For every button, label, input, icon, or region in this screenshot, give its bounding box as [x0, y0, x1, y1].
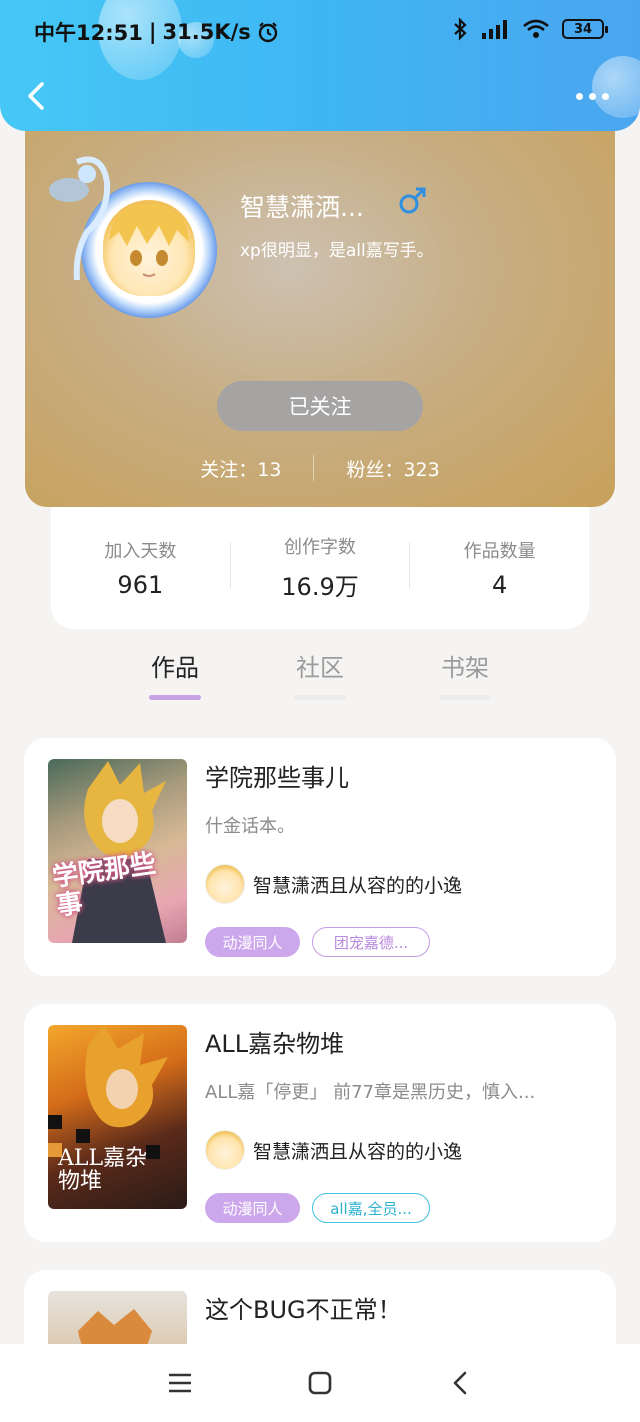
- battery-level: 34: [573, 21, 593, 37]
- author-avatar: [205, 1130, 245, 1170]
- user-bio: xp很明显，是all嘉写手。: [240, 241, 434, 261]
- book-tags: 动漫同人 all嘉,全员...: [205, 1193, 430, 1223]
- author-avatar: [205, 864, 245, 904]
- battery-icon: 34: [562, 19, 608, 39]
- system-nav-bar: [0, 1344, 640, 1422]
- top-header: 中午12:51 | 31.5K/s 34: [0, 0, 640, 131]
- tab-label: 书架: [441, 654, 489, 682]
- tab-label: 社区: [296, 654, 344, 682]
- book-card[interactable]: 学院那些事 学院那些事儿 什金话本。 智慧潇洒且从容的的小逸 动漫同人 团宠嘉德…: [24, 738, 616, 976]
- book-author[interactable]: 智慧潇洒且从容的的小逸: [205, 864, 462, 904]
- stat-label: 创作字数: [284, 537, 356, 558]
- divider: [313, 455, 315, 481]
- menu-icon: [169, 1373, 191, 1393]
- system-back-button[interactable]: [445, 1368, 475, 1398]
- book-title[interactable]: 学院那些事儿: [205, 758, 349, 793]
- home-square-icon: [308, 1371, 332, 1395]
- stat-label: 加入天数: [104, 540, 177, 562]
- author-name: 智慧潇洒且从容的的小逸: [253, 874, 463, 897]
- tab-community[interactable]: 社区: [290, 648, 350, 700]
- more-dot: [588, 92, 596, 100]
- back-triangle-icon: [453, 1371, 467, 1395]
- tag-keyword[interactable]: 团宠嘉德...: [312, 927, 430, 957]
- status-bar: 中午12:51 | 31.5K/s 34: [0, 0, 640, 62]
- book-title[interactable]: ALL嘉杂物堆: [205, 1024, 344, 1059]
- stats-card: 加入天数 961 创作字数 16.9万 作品数量 4: [51, 500, 589, 629]
- follow-button[interactable]: 已关注: [217, 381, 423, 431]
- stat-join-days: 加入天数 961: [51, 531, 230, 599]
- more-dot: [575, 92, 583, 100]
- book-title[interactable]: 这个BUG不正常！: [205, 1290, 402, 1325]
- more-dot: [601, 92, 609, 100]
- username: 智慧潇洒...: [240, 193, 364, 222]
- bluetooth-icon: [454, 17, 467, 41]
- home-button[interactable]: [305, 1368, 335, 1398]
- fans-count[interactable]: 粉丝：323: [346, 455, 439, 482]
- status-divider: |: [148, 20, 157, 44]
- stat-value: 4: [492, 570, 508, 599]
- following-count[interactable]: 关注：13: [200, 455, 281, 482]
- author-name: 智慧潇洒且从容的的小逸: [253, 1140, 463, 1163]
- book-description: 什金话本。: [205, 816, 295, 837]
- tab-bookshelf[interactable]: 书架: [435, 648, 495, 700]
- back-button[interactable]: [20, 76, 54, 116]
- book-card[interactable]: ALL嘉杂物堆 ALL嘉杂物堆 ALL嘉「停更」 前77章是黑历史，慎入... …: [24, 1004, 616, 1242]
- status-speed: 31.5K/s: [162, 20, 251, 44]
- avatar[interactable]: [47, 152, 217, 318]
- tab-indicator: [149, 695, 201, 700]
- status-time: 中午12:51: [34, 21, 143, 45]
- signal-icon: [482, 20, 507, 39]
- stat-label: 作品数量: [463, 540, 536, 562]
- tag-keyword[interactable]: all嘉,全员...: [312, 1193, 430, 1223]
- male-icon: [399, 187, 426, 214]
- stat-word-count: 创作字数 16.9万: [231, 527, 410, 602]
- book-author[interactable]: 智慧潇洒且从容的的小逸: [205, 1130, 462, 1170]
- more-button[interactable]: [570, 84, 614, 108]
- book-cover[interactable]: 学院那些事: [48, 759, 187, 943]
- book-tags: 动漫同人 团宠嘉德...: [205, 927, 430, 957]
- follow-stats: 关注：13 粉丝：323: [25, 453, 615, 483]
- fairy-decoration-icon: [49, 156, 111, 281]
- tab-indicator: [439, 695, 491, 700]
- tag-category[interactable]: 动漫同人: [205, 1193, 300, 1223]
- stat-value: 961: [117, 570, 164, 599]
- tag-category[interactable]: 动漫同人: [205, 927, 300, 957]
- book-cover[interactable]: ALL嘉杂物堆: [48, 1025, 187, 1209]
- tab-label: 作品: [151, 654, 199, 682]
- stat-works-count: 作品数量 4: [410, 531, 589, 599]
- tab-bar: 作品 社区 书架: [0, 630, 640, 710]
- chevron-left-icon: [28, 82, 44, 110]
- book-cover-title: ALL嘉杂物堆: [58, 1146, 148, 1195]
- profile-card: 智慧潇洒... xp很明显，是all嘉写手。 已关注 关注：13 粉丝：323: [25, 110, 615, 507]
- menu-button[interactable]: [165, 1368, 195, 1398]
- tab-works[interactable]: 作品: [145, 648, 205, 700]
- alarm-icon: [258, 22, 277, 43]
- book-description: ALL嘉「停更」 前77章是黑历史，慎入...: [205, 1082, 536, 1103]
- wifi-icon: [523, 19, 549, 38]
- stat-value: 16.9万: [281, 573, 359, 601]
- tab-indicator: [294, 695, 346, 700]
